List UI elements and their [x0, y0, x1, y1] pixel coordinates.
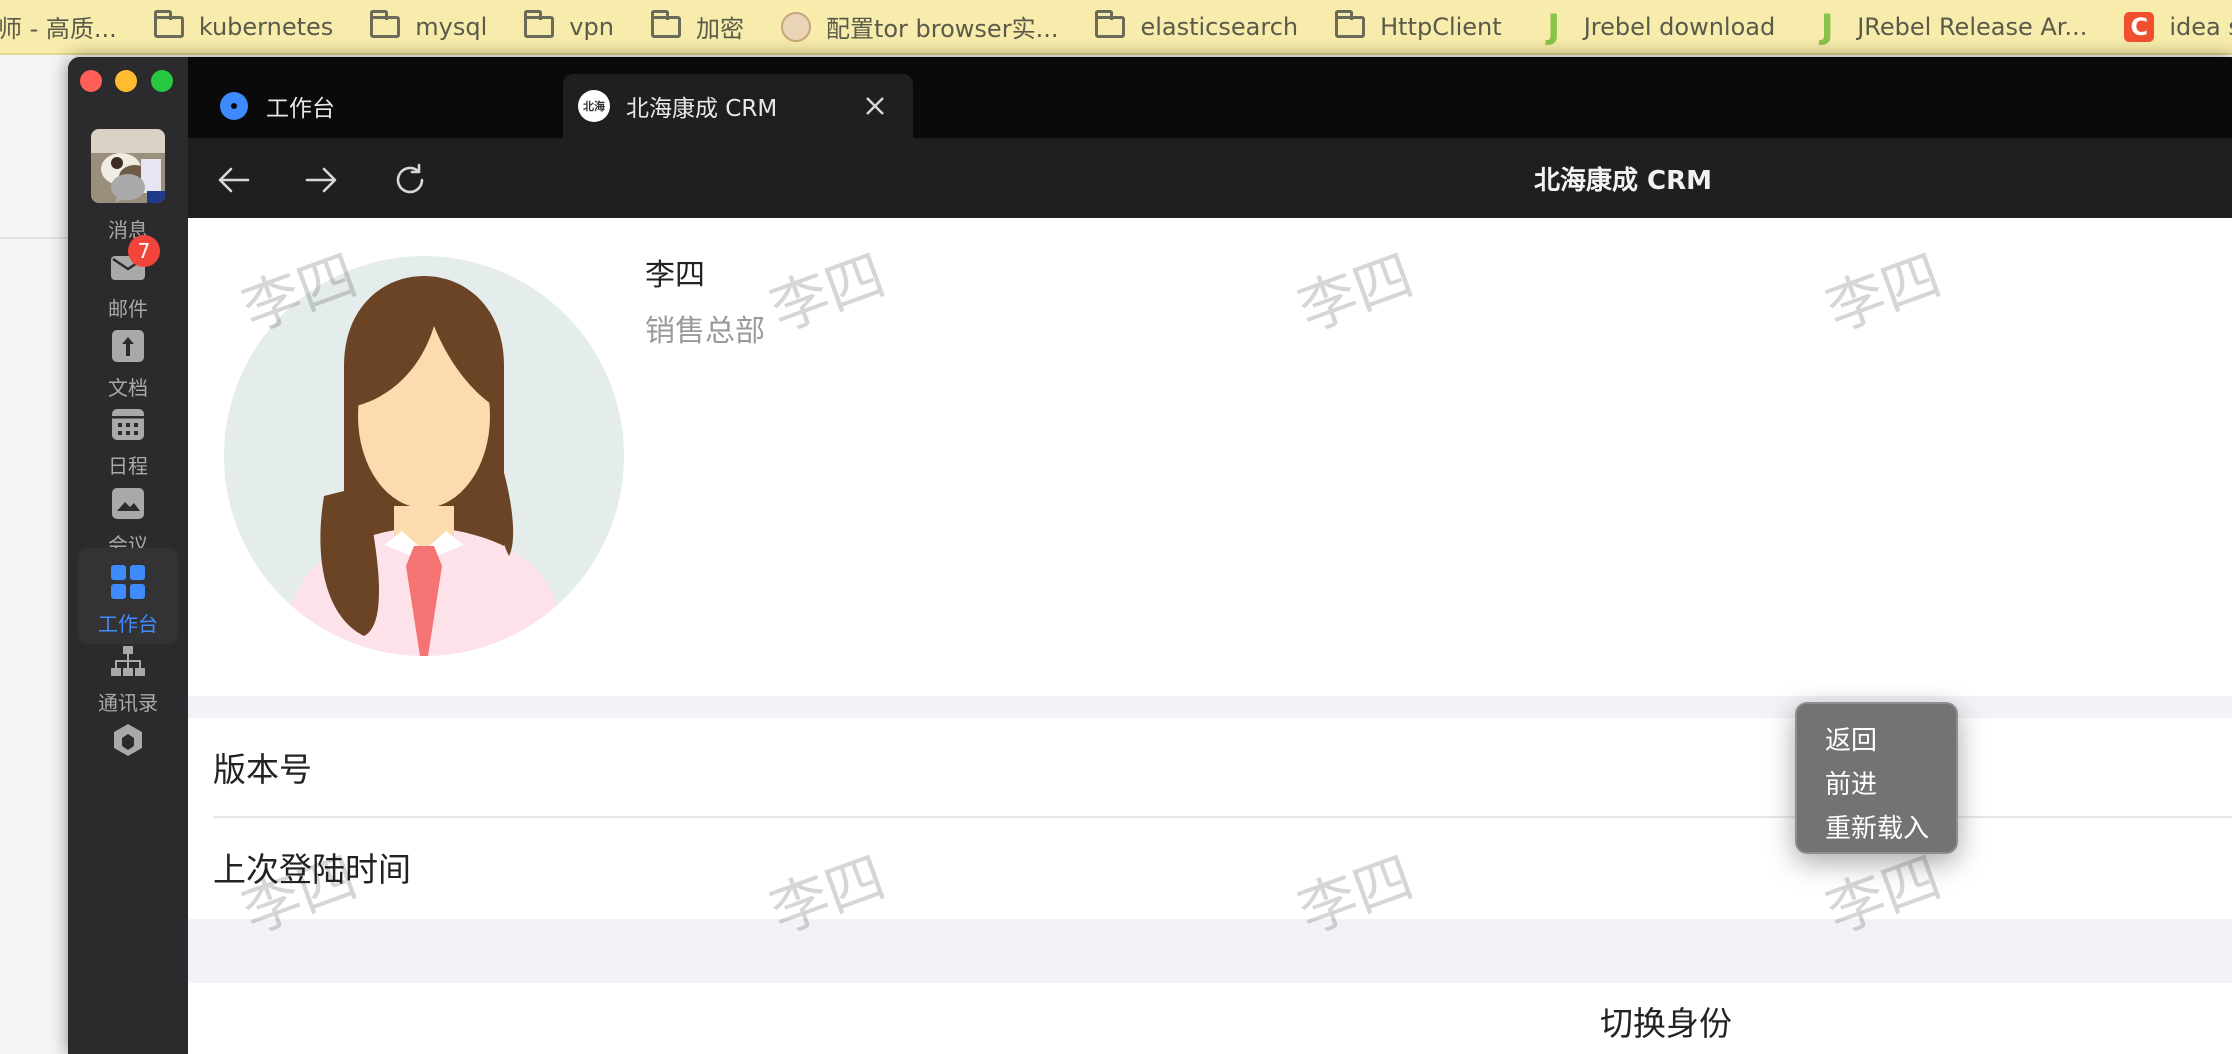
folder-icon	[369, 9, 401, 40]
bookmark-item[interactable]: 加密	[650, 9, 744, 44]
tab-workbench[interactable]: 工作台	[218, 74, 558, 138]
close-window-button[interactable]	[80, 70, 102, 92]
jrebel-favicon-icon: J	[1811, 7, 1843, 47]
minimize-window-button[interactable]	[115, 70, 137, 92]
bookmark-item[interactable]: J Jrebel download	[1538, 7, 1776, 47]
tab-label: 工作台	[266, 96, 335, 122]
bookmark-item[interactable]: J JRebel Release Ar...	[1811, 7, 2088, 47]
user-department: 销售总部	[645, 314, 765, 349]
tab-label: 北海康成 CRM	[626, 96, 778, 122]
bookmark-item[interactable]: elasticsearch	[1094, 9, 1299, 41]
jrebel-favicon-icon: J	[1538, 7, 1570, 47]
bookmark-label: idea spring	[2169, 12, 2232, 41]
folder-icon	[1334, 9, 1366, 40]
context-menu-reload[interactable]: 重新载入	[1797, 804, 1956, 848]
bookmark-label: 师 - 高质...	[0, 15, 117, 43]
back-arrow-icon[interactable]	[214, 160, 254, 200]
bookmark-item[interactable]: vpn	[523, 9, 614, 41]
c-favicon-icon: C	[2123, 11, 2155, 42]
user-name: 李四	[645, 258, 705, 293]
context-menu: 返回 前进 重新载入	[1795, 702, 1958, 854]
folder-icon	[1094, 9, 1126, 40]
folder-icon	[153, 9, 185, 40]
sidebar: 消息 7 邮件 文档 日程 会议 工作台 通讯录	[68, 57, 188, 1054]
tab-crm[interactable]: 北海 北海康成 CRM	[563, 74, 913, 138]
bookmark-item[interactable]: Cidea spring	[2123, 11, 2232, 42]
profile-page: 李四 销售总部 版本号 上次登陆时间 切换身份 李四 李四 李四 李四 李四 李…	[188, 218, 2232, 1054]
chat-bubble-icon	[108, 168, 148, 208]
bookmark-item[interactable]: kubernetes	[153, 9, 334, 41]
section-divider	[188, 919, 2232, 983]
bookmark-label: Jrebel download	[1583, 12, 1776, 41]
close-tab-icon[interactable]	[859, 90, 891, 122]
bookmark-item[interactable]: HttpClient	[1334, 9, 1502, 41]
bookmark-label: 配置tor browser实...	[825, 15, 1059, 43]
folder-icon	[523, 9, 555, 40]
bookmark-label: vpn	[569, 12, 614, 41]
background-page	[0, 55, 68, 1054]
bookmark-label: JRebel Release Ar...	[1857, 12, 2088, 41]
cube-icon	[108, 720, 148, 760]
context-menu-forward[interactable]: 前进	[1797, 760, 1956, 804]
workbench-logo-icon	[218, 90, 250, 122]
last-login-label: 上次登陆时间	[213, 850, 411, 889]
calendar-icon	[108, 404, 148, 444]
switch-identity-section: 切换身份	[188, 983, 2232, 1054]
profile-header: 李四 销售总部	[188, 218, 2232, 696]
bookmark-item[interactable]: 配置tor browser实...	[780, 9, 1059, 44]
user-portrait	[224, 256, 624, 656]
app-window: 消息 7 邮件 文档 日程 会议 工作台 通讯录 工作台 北海 北海康成 CRM…	[68, 57, 2232, 1054]
jrebel-letter: J	[1820, 6, 1834, 47]
mail-icon: 7	[108, 235, 160, 287]
maximize-window-button[interactable]	[151, 70, 173, 92]
tor-favicon-icon	[780, 11, 812, 42]
context-menu-back[interactable]: 返回	[1797, 716, 1956, 760]
bookmark-label: mysql	[415, 12, 488, 41]
document-icon	[108, 326, 148, 366]
workbench-grid-icon	[108, 562, 148, 602]
meeting-icon	[108, 483, 148, 523]
bookmark-item[interactable]: 师 - 高质...	[0, 9, 117, 44]
org-chart-icon	[108, 641, 148, 681]
bookmark-label: kubernetes	[198, 12, 334, 41]
site-logo-icon: 北海	[578, 90, 610, 122]
page-title: 北海康成 CRM	[1533, 165, 1713, 196]
bookmark-label: HttpClient	[1380, 12, 1502, 41]
switch-identity-button[interactable]: 切换身份	[1600, 997, 1732, 1045]
forward-arrow-icon[interactable]	[301, 160, 341, 200]
jrebel-letter: J	[1547, 6, 1561, 47]
bookmark-label: 加密	[695, 15, 744, 43]
browser-toolbar: 北海康成 CRM	[188, 138, 2232, 218]
reload-icon[interactable]	[390, 160, 430, 200]
c-letter: C	[2124, 11, 2155, 42]
bookmarks-bar: 师 - 高质... kubernetes mysql vpn 加密 配置tor …	[0, 0, 2232, 55]
bookmark-label: elasticsearch	[1140, 12, 1299, 41]
folder-icon	[650, 9, 682, 40]
version-label: 版本号	[213, 750, 312, 789]
sidebar-item-more[interactable]	[78, 706, 178, 802]
bookmark-item[interactable]: mysql	[369, 9, 488, 41]
tab-bar: 工作台 北海 北海康成 CRM	[188, 57, 2232, 138]
unread-badge: 7	[128, 235, 160, 267]
